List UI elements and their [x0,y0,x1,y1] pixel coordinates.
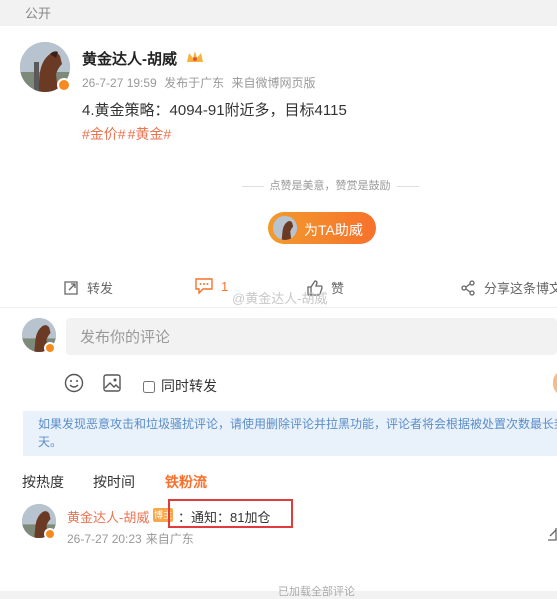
verified-badge-icon [44,528,56,540]
comment-input-box[interactable] [66,318,557,357]
share-icon[interactable] [547,527,557,541]
comment-meta: 26-7-27 20:23 来自广东 [67,530,198,547]
share-icon [461,280,475,296]
verified-badge-icon [57,78,71,92]
repost-label: 转发 [87,281,114,296]
post-content: 4.黄金策略：4094-91附近多，目标4115 [82,102,347,119]
appreciate-label: 点赞是美意，赞赏是鼓励 [269,180,391,192]
post-meta: 26-7-27 19:59 发布于广东 来自微博网页版 [82,74,319,91]
crown-icon [187,51,203,62]
published-prefix: 发布于 [164,76,201,90]
repost-button[interactable]: 转发 [63,278,113,297]
post-card: 黄金达人-胡威 26-7-27 19:59 发布于广东 来自微博网页版 4.黄金… [0,26,557,598]
source-prefix: 来自 [231,76,256,90]
post-source: 微博网页版 [255,76,316,90]
comment-button[interactable]: 1 [195,278,229,295]
emoji-icon[interactable] [64,373,84,393]
notice-line-1: 如果发现恶意攻击和垃圾骚扰评论，请使用删除评论并拉黑功能，评论者将会根据被处置次… [38,417,557,431]
divider-line [396,185,419,187]
post-time[interactable]: 26-7-27 19:59 [82,76,157,90]
post-location: 广东 [200,76,225,90]
assist-label: 为TA助威 [304,222,363,238]
commenter-name[interactable]: 黄金达人-胡威 [67,507,149,526]
section-divider [0,307,557,308]
visibility-bar: 公开 [0,0,557,26]
sort-by-hot[interactable]: 按热度 [22,472,64,492]
divider-line [241,185,264,187]
watermark: @黄金达人-胡威 [232,291,328,306]
footer-text: 已加载全部评论 [278,586,355,598]
share-label: 分享这条博文 [484,281,557,296]
highlight-box [168,499,293,528]
appreciate-text: 点赞是美意，赞赏是鼓励 [228,177,432,193]
repost-checkbox-label: 同时转发 [161,378,217,394]
tag-gold-price[interactable]: #金价# [82,126,126,142]
assist-avatar [273,216,297,240]
comment-source: 来自广东 [145,532,194,546]
repost-checkbox-input[interactable] [143,381,155,393]
sort-by-time[interactable]: 按时间 [93,472,135,492]
repost-checkbox[interactable]: 同时转发 [143,376,217,396]
notice-line-2: 天。 [38,435,63,449]
comment-icon [195,278,213,295]
like-label: 赞 [331,281,345,296]
image-icon[interactable] [102,373,122,393]
assist-button[interactable]: 为TA助威 [268,212,376,244]
comment-count: 1 [221,279,229,294]
share-button[interactable]: 分享这条博文 [460,278,557,297]
sort-by-fans[interactable]: 铁粉流 [165,472,207,492]
verified-badge-icon [44,342,56,354]
comment-input[interactable] [78,318,542,357]
tag-gold[interactable]: #黄金# [128,126,172,142]
moderation-notice: 如果发现恶意攻击和垃圾骚扰评论，请使用删除评论并拉黑功能，评论者将会根据被处置次… [23,411,557,456]
repost-icon [64,281,78,295]
comment-time: 26-7-27 20:23 [67,532,142,546]
visibility-label: 公开 [25,6,52,21]
post-tags: #金价# #黄金# [82,124,173,144]
submit-comment-button[interactable] [553,370,557,396]
author-name[interactable]: 黄金达人-胡威 [82,48,177,69]
